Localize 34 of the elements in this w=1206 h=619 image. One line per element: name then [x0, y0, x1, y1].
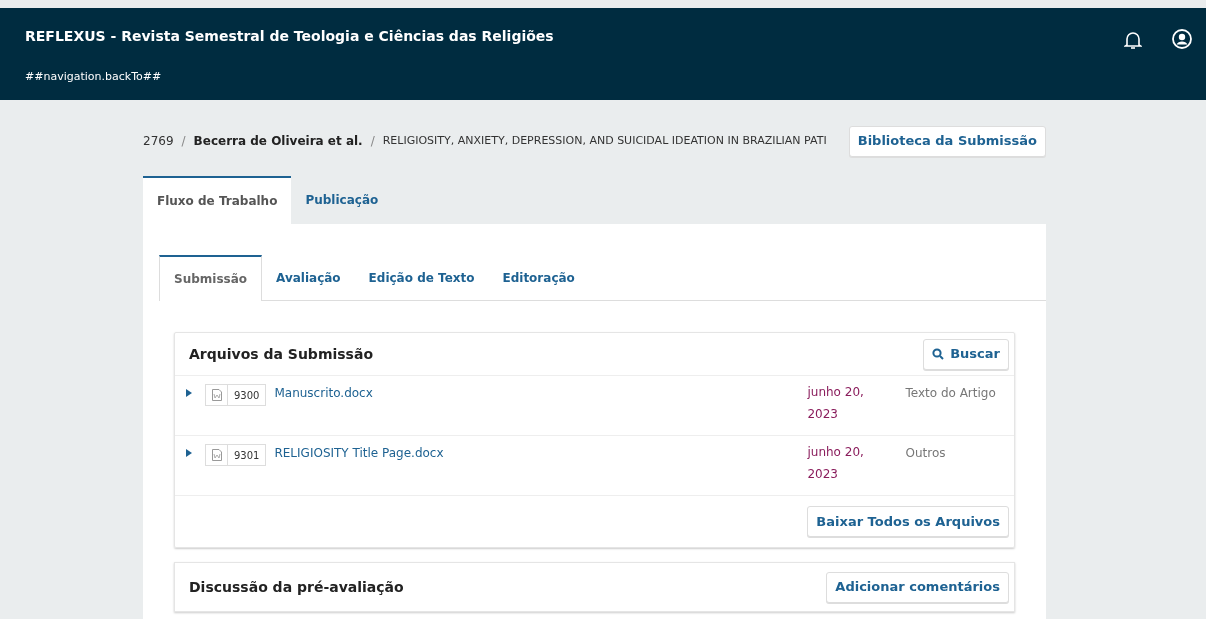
expand-toggle[interactable]: [185, 389, 193, 397]
document-icon: [211, 389, 222, 401]
tab[interactable]: Publicação: [291, 176, 393, 224]
file-type: Texto do Artigo: [905, 385, 996, 402]
file-date: junho 20, 2023: [807, 444, 865, 483]
submission-authors: Becerra de Oliveira et al.: [193, 133, 363, 150]
back-link[interactable]: ##navigation.backTo##: [25, 69, 162, 86]
file-type: Outros: [905, 445, 946, 462]
file-link[interactable]: RELIGIOSITY Title Page.docx: [274, 444, 795, 462]
card-title: Discussão da pré-avaliação: [189, 577, 404, 597]
search-button[interactable]: Buscar: [923, 338, 1009, 370]
stage-tab[interactable]: Submissão: [159, 255, 263, 301]
submission-title: RELIGIOSITY, ANXIETY, DEPRESSION, AND SUICIDAL IDEATION IN BRAZILIAN PATI: [382, 132, 827, 149]
search-icon: [932, 348, 945, 360]
stage-tab[interactable]: Edição de Texto: [354, 255, 489, 301]
journal-title: REFLEXUS - Revista Semestral de Teologia e Ciências das Religiões: [25, 27, 554, 47]
user-avatar-icon[interactable]: [1172, 29, 1192, 49]
tab[interactable]: Fluxo de Trabalho: [143, 176, 292, 224]
stage-tab[interactable]: Avaliação: [262, 255, 355, 301]
library-button[interactable]: Biblioteca da Submissão: [848, 125, 1046, 157]
document-icon: [211, 449, 222, 461]
file-link[interactable]: Manuscrito.docx: [274, 384, 795, 402]
breadcrumb-separator: /: [181, 133, 186, 150]
bell-icon[interactable]: [1124, 30, 1142, 50]
add-comment-button[interactable]: Adicionar comentários: [826, 571, 1009, 603]
download-all-button[interactable]: Baixar Todos os Arquivos: [807, 506, 1009, 537]
submission-id: 2769: [143, 133, 174, 150]
file-id: 9300: [233, 388, 261, 403]
breadcrumb-separator: /: [370, 133, 375, 150]
file-id: 9301: [233, 448, 261, 463]
file-date: junho 20, 2023: [807, 384, 865, 423]
expand-toggle[interactable]: [185, 449, 193, 457]
card-title: Arquivos da Submissão: [189, 344, 373, 364]
stage-tab[interactable]: Editoração: [488, 255, 589, 301]
